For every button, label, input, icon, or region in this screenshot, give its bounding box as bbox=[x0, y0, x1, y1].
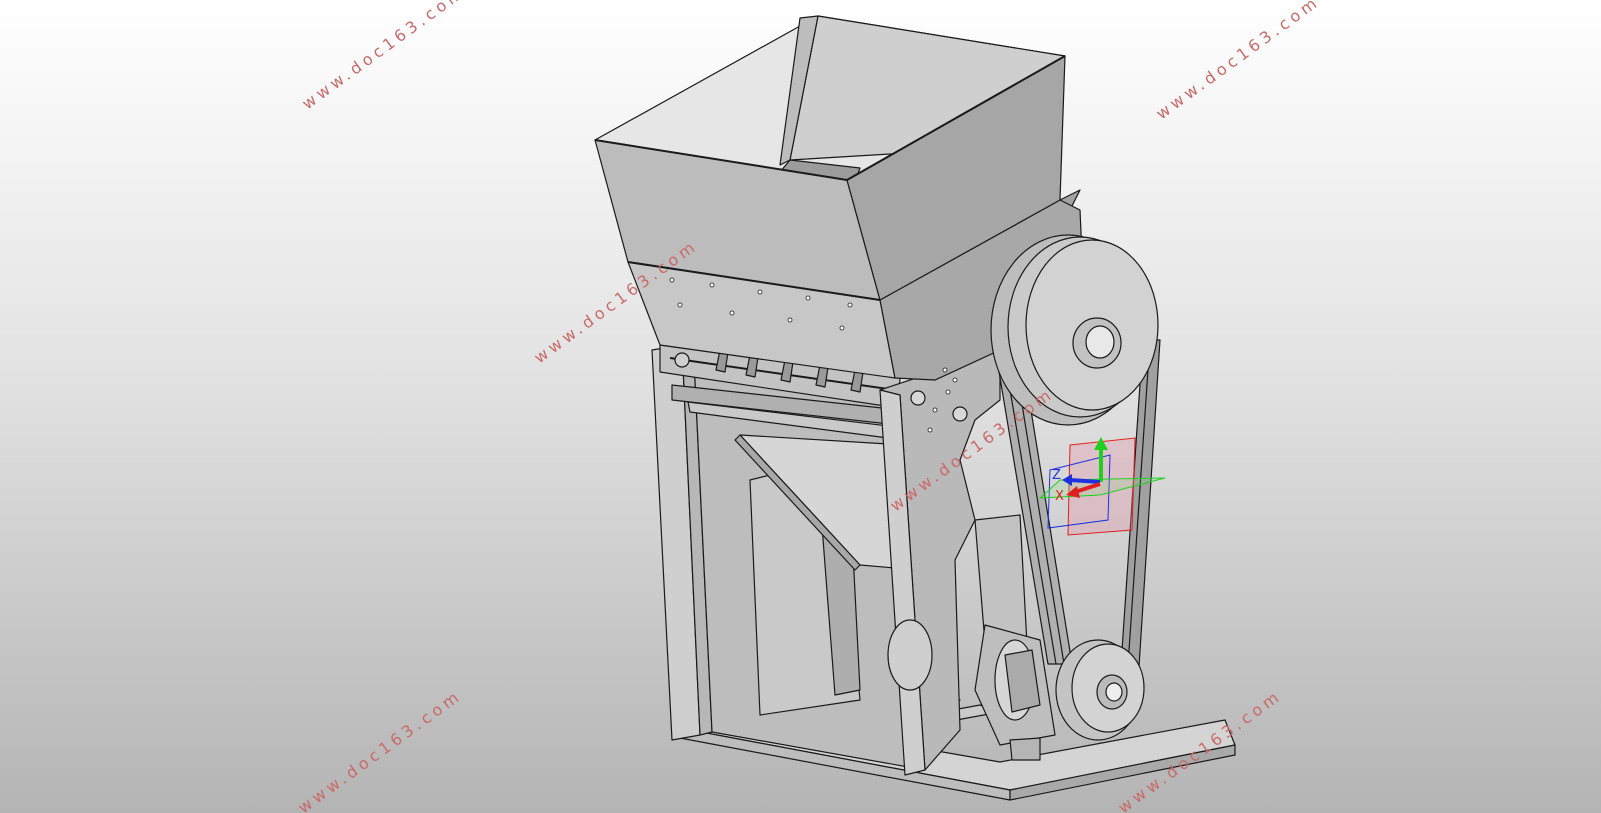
z-axis-label: Z bbox=[1052, 468, 1061, 483]
z-axis-arrow bbox=[1069, 478, 1101, 484]
crusher-machine-model[interactable] bbox=[0, 0, 1601, 813]
large-pulley bbox=[990, 234, 1159, 426]
cad-viewport[interactable]: Z X www.doc163.com www.doc163.com www.do… bbox=[0, 0, 1601, 813]
x-axis-label: X bbox=[1055, 489, 1064, 504]
small-pulley bbox=[1055, 639, 1145, 741]
